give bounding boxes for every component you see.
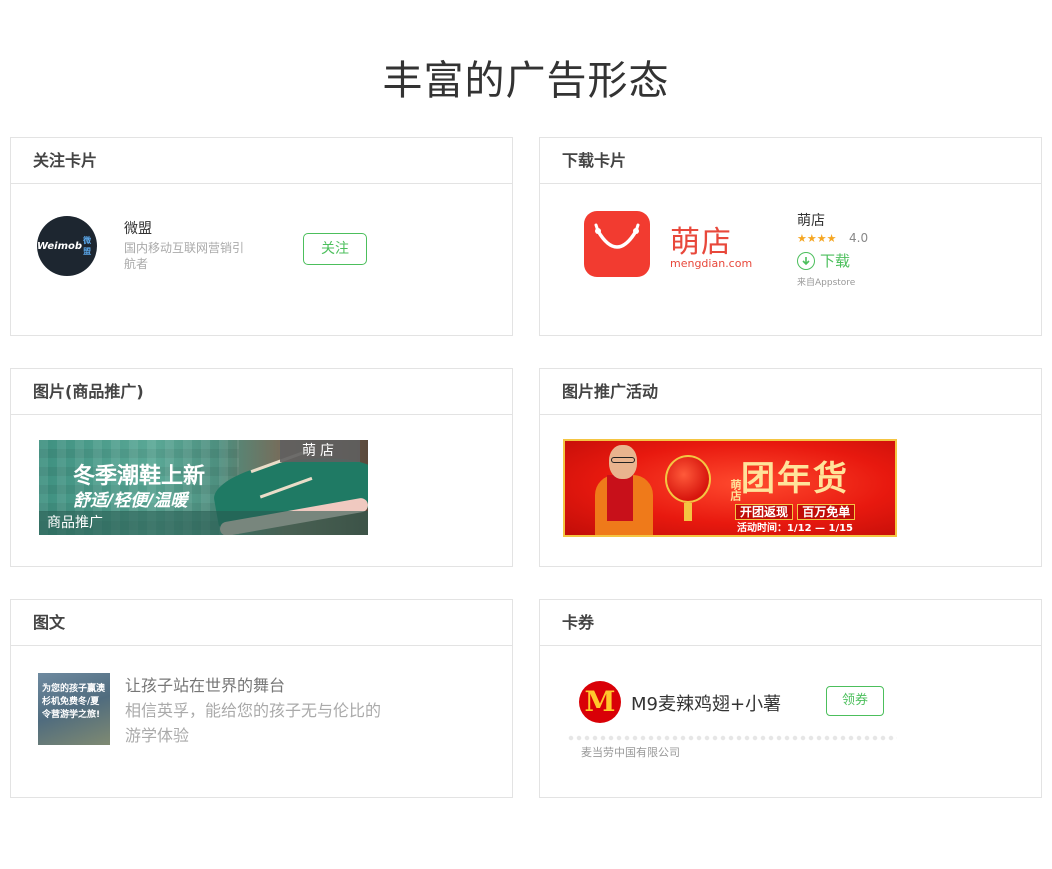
app-source: 来自Appstore xyxy=(797,278,856,288)
product-banner[interactable]: 萌店 冬季潮鞋上新 舒适/轻便/温暖 商品推广 xyxy=(39,440,368,535)
download-button[interactable]: 下载 xyxy=(797,250,850,271)
coupon-divider xyxy=(567,734,897,742)
activity-time: 活动时间：1/12 — 1/15 xyxy=(737,523,854,534)
coupon-card: 卡券 M M9麦辣鸡翅+小薯 领券 麦当劳中国有限公司 xyxy=(539,599,1042,798)
shopping-bag-icon xyxy=(594,223,640,249)
avatar-logo-sub: 微盟 xyxy=(83,236,92,256)
coupon-name: M9麦辣鸡翅+小薯 xyxy=(631,694,782,715)
card-header: 图片(商品推广) xyxy=(11,369,512,415)
banner-subline: 舒适/轻便/温暖 xyxy=(73,491,188,511)
download-icon xyxy=(797,251,815,270)
mcdonalds-logo-icon: M xyxy=(579,681,621,723)
avatar-logo-text: Weimob xyxy=(37,240,83,252)
download-label: 下载 xyxy=(820,252,851,270)
follow-button[interactable]: 关注 xyxy=(303,233,367,265)
app-icon xyxy=(584,211,650,277)
follow-card: 关注卡片 Weimob 微盟 微盟 国内移动互联网营销引航者 关注 xyxy=(10,137,513,336)
avatar: Weimob 微盟 xyxy=(37,216,97,276)
app-name: 萌店 xyxy=(797,213,825,229)
card-header: 下载卡片 xyxy=(540,138,1041,184)
activity-banner[interactable]: 萌店 团年货 开团返现 百万免单 活动时间：1/12 — 1/15 xyxy=(563,439,897,537)
article-title[interactable]: 让孩子站在世界的舞台 xyxy=(125,672,285,696)
image-text-card: 图文 为您的孩子赢澳杉机免费冬/夏令营游学之旅! 让孩子站在世界的舞台 相信英孚… xyxy=(10,599,513,798)
rating-stars: ★★★★ xyxy=(797,232,837,245)
page-title: 丰富的广告形态 xyxy=(382,58,670,104)
claim-coupon-button[interactable]: 领券 xyxy=(826,686,884,716)
card-header: 关注卡片 xyxy=(11,138,512,184)
rating-value: 4.0 xyxy=(849,231,869,245)
activity-card: 图片推广活动 萌店 团年货 开团返现 百万免单 活动时间：1/12 — 1/15 xyxy=(539,368,1042,567)
download-card: 下载卡片 萌店 mengdian.com 萌店 ★★★★ 4.0 下载 来自Ap… xyxy=(539,137,1042,336)
activity-title: 团年货 xyxy=(741,459,849,499)
banner-label: 商品推广 xyxy=(47,515,103,531)
card-header: 图片推广活动 xyxy=(540,369,1041,415)
lantern-icon xyxy=(665,455,711,503)
product-image-card: 图片(商品推广) 萌店 冬季潮鞋上新 舒适/轻便/温暖 商品推广 xyxy=(10,368,513,567)
app-logo-url: mengdian.com xyxy=(670,257,753,270)
banner-tag: 萌店 xyxy=(280,440,360,462)
card-header: 图文 xyxy=(11,600,512,646)
article-desc: 相信英孚，能给您的孩子无与伦比的游学体验 xyxy=(125,701,382,745)
account-name: 微盟 xyxy=(124,221,152,237)
account-desc: 国内移动互联网营销引航者 xyxy=(124,241,245,271)
coupon-company: 麦当劳中国有限公司 xyxy=(581,746,680,759)
app-logo-text: 萌店 xyxy=(670,225,732,260)
article-thumbnail[interactable]: 为您的孩子赢澳杉机免费冬/夏令营游学之旅! xyxy=(38,673,110,745)
activity-subtitle: 开团返现 百万免单 xyxy=(735,503,856,520)
card-header: 卡券 xyxy=(540,600,1041,646)
